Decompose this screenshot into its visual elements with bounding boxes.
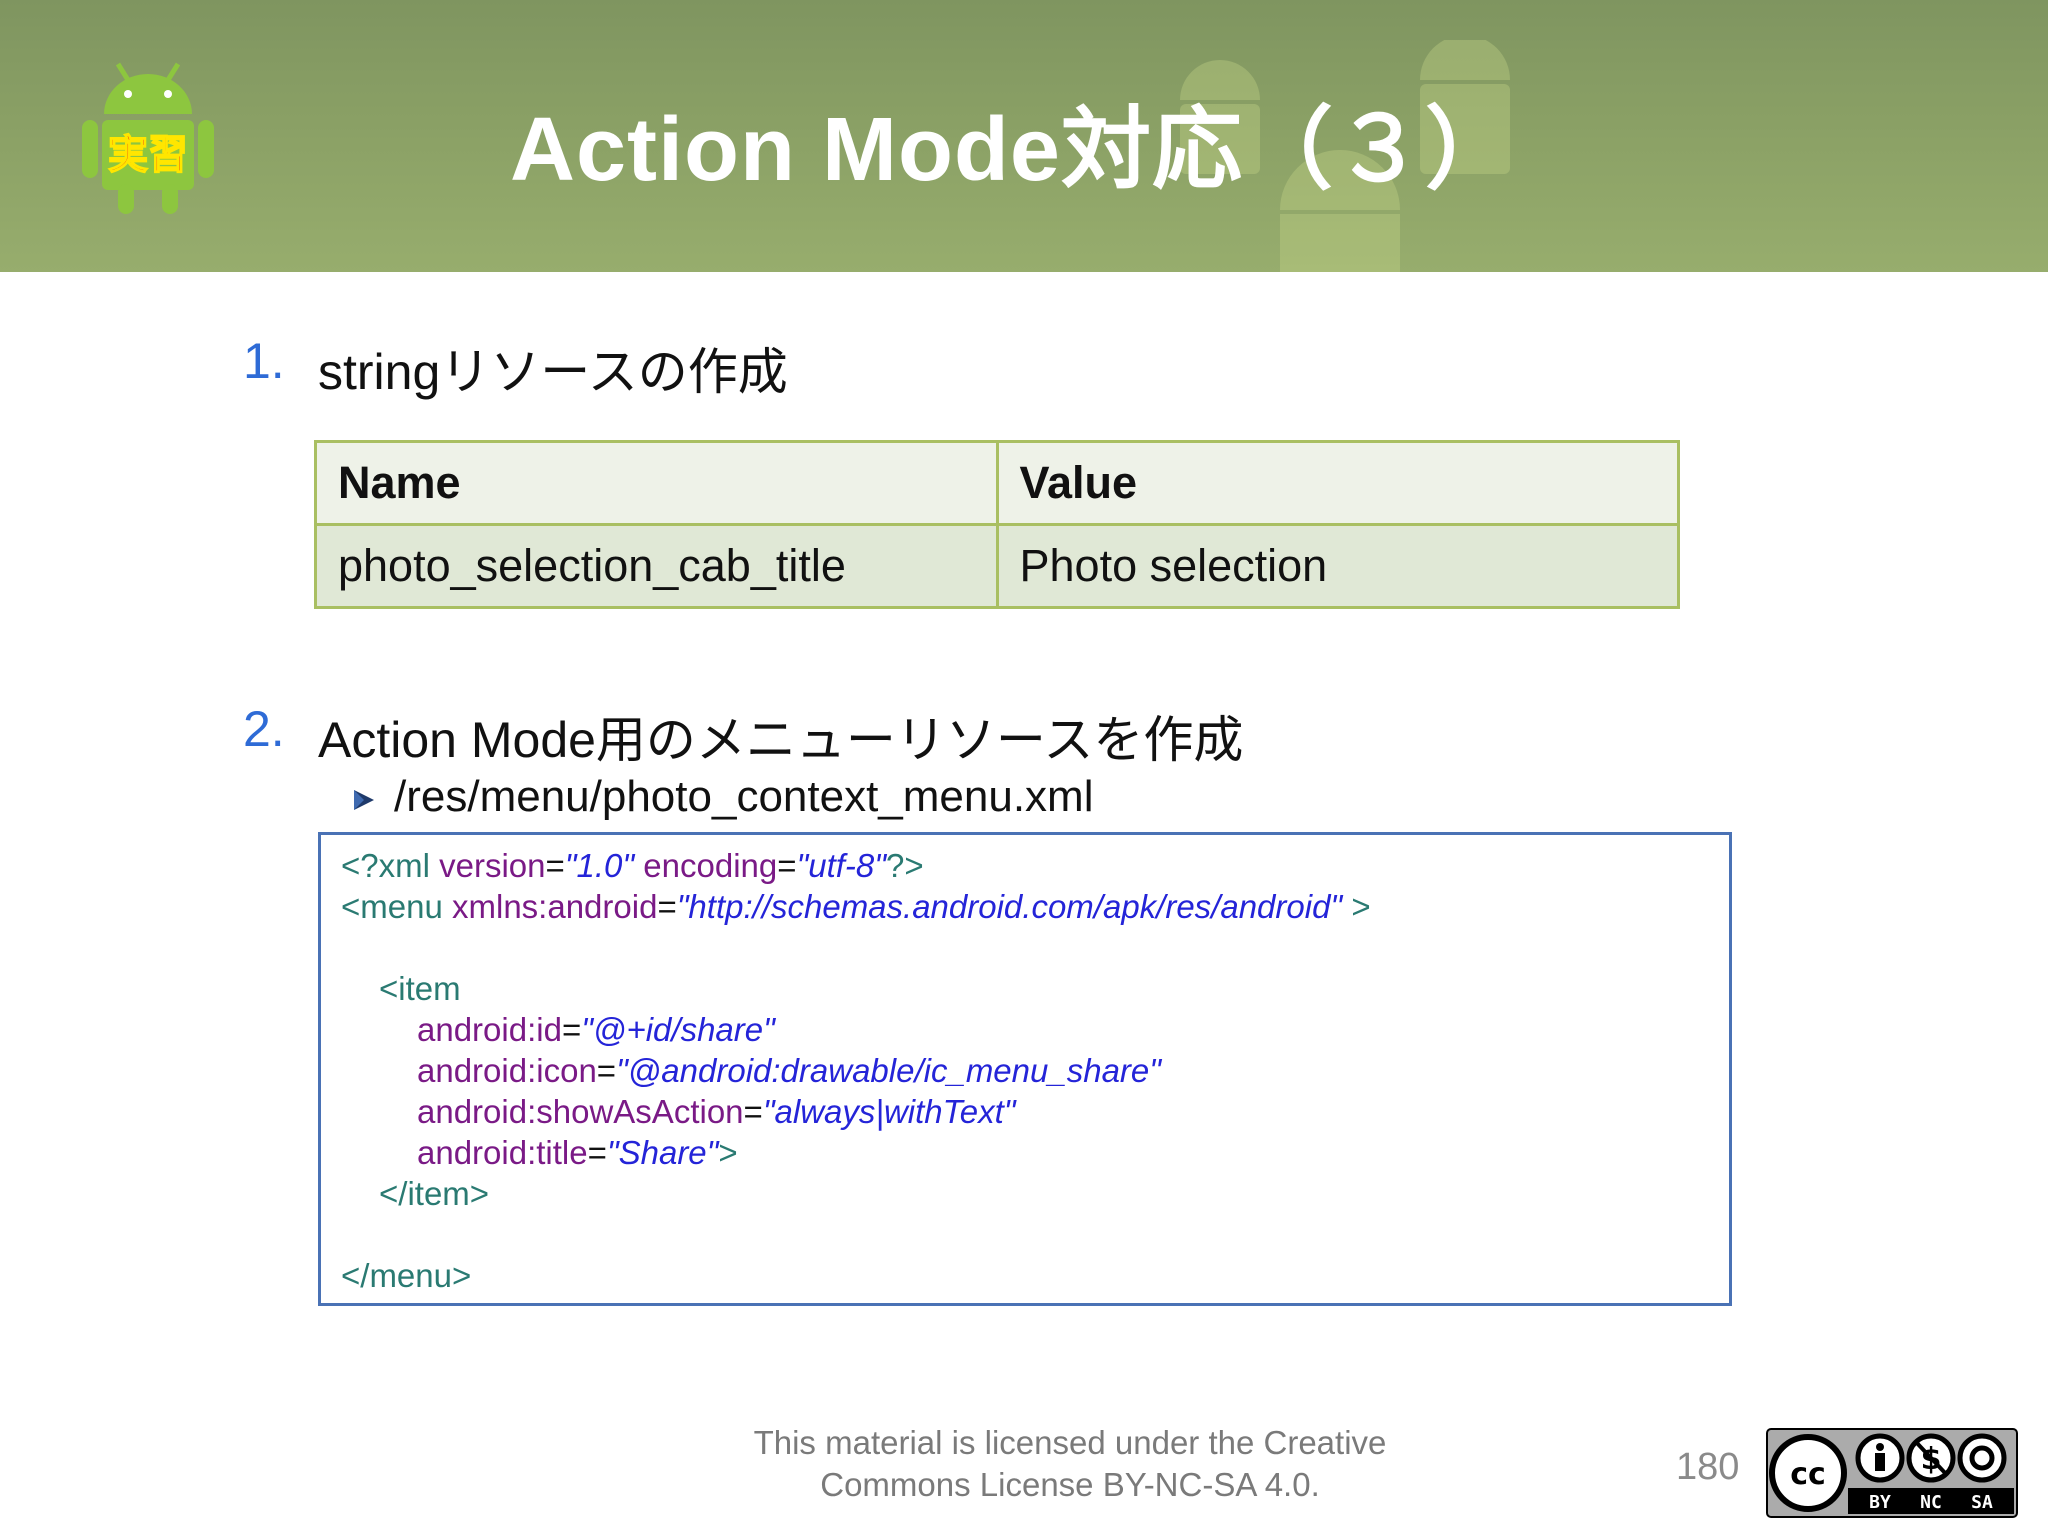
code-line-1: <?xml version="1.0" encoding="utf-8"?>: [341, 847, 924, 884]
android-practice-logo: 実習: [82, 62, 214, 214]
badge-label-sa: SA: [1971, 1492, 1993, 1513]
creative-commons-badge-icon: cc $ BY NC SA: [1766, 1428, 2018, 1518]
menu-file-path: /res/menu/photo_context_menu.xml: [394, 772, 1094, 821]
code-line-2: <menu xmlns:android="http://schemas.andr…: [341, 888, 1371, 925]
page-number: 180: [1676, 1446, 1740, 1488]
list-number-2: 2.: [243, 701, 285, 757]
code-line-item-open: <item: [379, 970, 461, 1007]
string-resource-table: Name Value photo_selection_cab_title Pho…: [314, 440, 1680, 609]
list-number-1: 1.: [243, 333, 285, 389]
column-header-name: Name: [314, 440, 999, 526]
badge-label-nc: NC: [1920, 1492, 1942, 1513]
slide-title: Action Mode対応（３）: [510, 100, 1516, 200]
table-row: photo_selection_cab_title Photo selectio…: [314, 523, 1680, 609]
arrow-bullet-icon: [354, 790, 374, 810]
cell-value: Photo selection: [995, 523, 1680, 609]
list-item-2: Action Mode用のメニューリソースを作成: [318, 712, 1244, 768]
badge-label-by: BY: [1869, 1492, 1891, 1513]
table-header-row: Name Value: [314, 440, 1680, 526]
license-notice: This material is licensed under the Crea…: [700, 1422, 1440, 1506]
code-line-show-as-action: android:showAsAction="always|withText": [417, 1093, 1016, 1130]
logo-label: 実習: [108, 132, 188, 178]
code-line-icon: android:icon="@android:drawable/ic_menu_…: [417, 1052, 1161, 1089]
code-line-title: android:title="Share">: [417, 1134, 738, 1171]
license-line-1: This material is licensed under the Crea…: [753, 1424, 1387, 1461]
column-header-value: Value: [995, 440, 1680, 526]
code-block: <?xml version="1.0" encoding="utf-8"?> <…: [318, 832, 1732, 1306]
svg-text:cc: cc: [1790, 1457, 1826, 1492]
code-line-id: android:id="@+id/share": [417, 1011, 775, 1048]
code-line-menu-close: </menu>: [341, 1257, 472, 1294]
slide-header: 実習 Action Mode対応（３）: [0, 0, 2048, 272]
license-line-2: Commons License BY-NC-SA 4.0.: [820, 1466, 1320, 1503]
cell-name: photo_selection_cab_title: [314, 523, 999, 609]
code-line-item-close: </item>: [379, 1175, 490, 1212]
list-item-1: stringリソースの作成: [318, 344, 788, 400]
